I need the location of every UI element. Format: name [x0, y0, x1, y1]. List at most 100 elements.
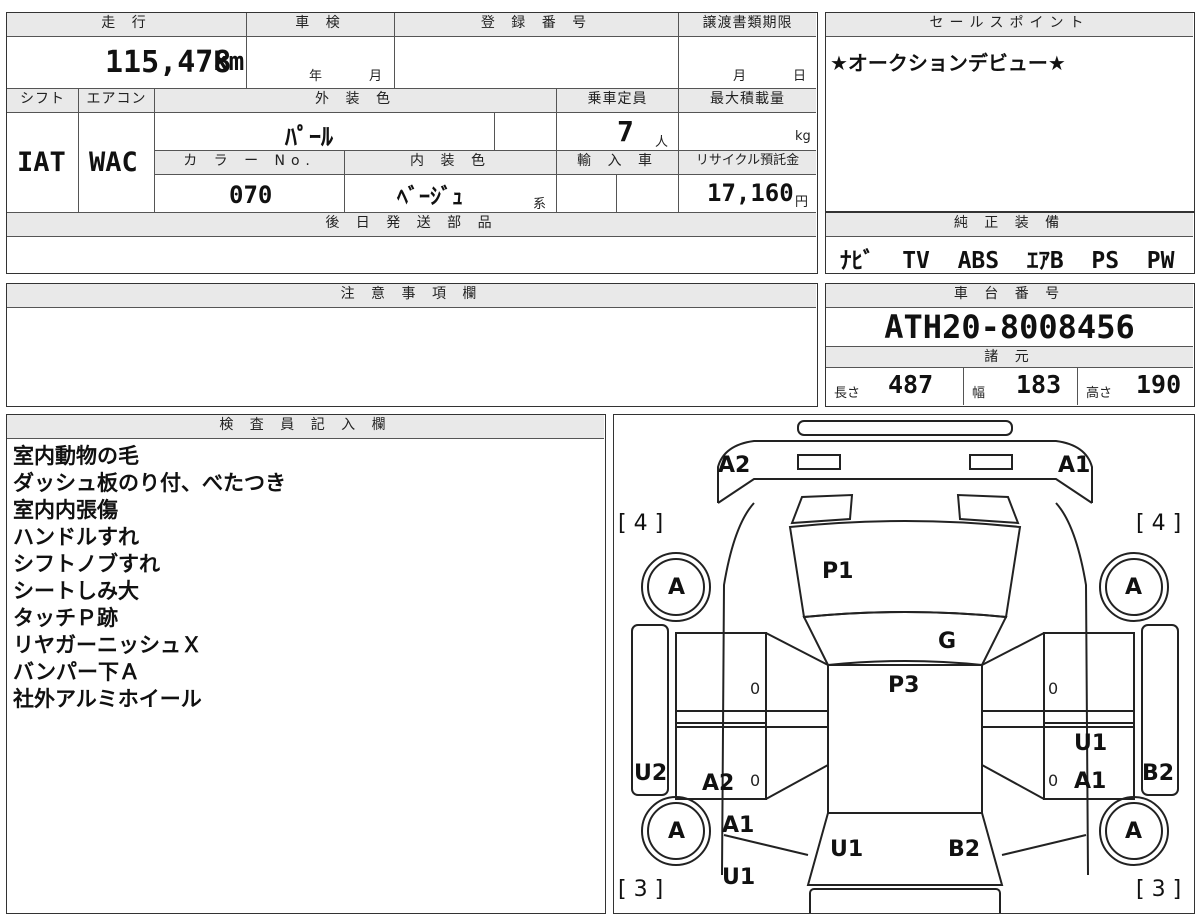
- wheel-front-left: A: [668, 575, 686, 600]
- deadline-day-unit: 日: [793, 69, 807, 84]
- remark-item: ハンドルすれ: [13, 525, 139, 549]
- spec-height-cell: 高さ 190: [1078, 368, 1193, 405]
- interior-color-cell: ﾍﾞｰｼﾞｭ 系: [345, 175, 557, 213]
- recycle-fee-value: 17,160: [707, 179, 794, 207]
- vehicle-info-form: 走 行 車 検 登 録 番 号 譲渡書類期限 115,478 km 年 月 月 …: [6, 12, 818, 274]
- max-load-cell: kg: [679, 113, 816, 151]
- exterior-color-extra-cell: [495, 113, 557, 151]
- max-load-header: 最大積載量: [679, 89, 816, 113]
- chassis-panel: 車 台 番 号 ATH20-8008456 諸 元 長さ 487 幅 183 高…: [825, 283, 1195, 407]
- zero-mark-right-upper: 0: [1048, 679, 1059, 698]
- chassis-header: 車 台 番 号: [826, 284, 1193, 308]
- inspector-remarks: 室内動物の毛 ダッシュ板のり付、べたつき 室内内張傷 ハンドルすれ シフトノブす…: [13, 443, 286, 713]
- inspection-cell: 年 月: [247, 37, 395, 89]
- left-rear-door-damage: A2: [702, 771, 735, 796]
- bracket-bottom-right: [ 3 ]: [1136, 877, 1182, 902]
- notes-panel: 注 意 事 項 欄: [6, 283, 818, 407]
- exterior-color-cell: ﾊﾟｰﾙ: [155, 113, 495, 151]
- aircon-value: WAC: [89, 147, 138, 178]
- max-load-unit: kg: [795, 129, 811, 144]
- capacity-cell: 7 人: [557, 113, 679, 151]
- registration-cell: [395, 37, 679, 89]
- spec-length-cell: 長さ 487: [826, 368, 964, 405]
- remark-item: シートしみ大: [13, 579, 139, 603]
- registration-header: 登 録 番 号: [395, 13, 679, 37]
- recycle-fee-cell: 17,160 円: [679, 175, 816, 213]
- remark-item: バンパー下Ａ: [13, 660, 141, 684]
- inspection-year-unit: 年: [309, 69, 323, 84]
- spec-width-cell: 幅 183: [964, 368, 1078, 405]
- inspector-header: 検 査 員 記 入 欄: [7, 415, 604, 439]
- mileage-header: 走 行: [7, 13, 247, 37]
- front-left-damage: A2: [718, 453, 751, 478]
- wheel-rear-right: A: [1125, 819, 1143, 844]
- mileage-unit: km: [213, 47, 245, 77]
- spec-height-label: 高さ: [1086, 386, 1113, 401]
- import-cell-b: [617, 175, 679, 213]
- transfer-deadline-header: 譲渡書類期限: [679, 13, 816, 37]
- remark-item: タッチＰ跡: [13, 606, 118, 630]
- remark-item: リヤガーニッシュＸ: [13, 633, 202, 657]
- left-rear-fender-damage: A1: [722, 813, 755, 838]
- spec-height-value: 190: [1136, 370, 1182, 399]
- interior-color-suffix: 系: [533, 197, 547, 212]
- color-no-header: カ ラ ー No.: [155, 151, 345, 175]
- color-no-cell: 070: [155, 175, 345, 213]
- capacity-unit: 人: [655, 135, 669, 150]
- exterior-color-value: ﾊﾟｰﾙ: [285, 123, 333, 151]
- wheel-front-right: A: [1125, 575, 1143, 600]
- inspection-month-unit: 月: [369, 69, 383, 84]
- interior-color-header: 内 装 色: [345, 151, 557, 175]
- front-right-damage: A1: [1058, 453, 1091, 478]
- chassis-number: ATH20-8008456: [884, 308, 1135, 346]
- aircon-header: エアコン: [79, 89, 155, 113]
- notes-header: 注 意 事 項 欄: [7, 284, 816, 308]
- interior-color-value: ﾍﾞｰｼﾞｭ: [397, 185, 464, 210]
- right-side-damage: B2: [1142, 761, 1175, 786]
- capacity-header: 乗車定員: [557, 89, 679, 113]
- shift-value: IAT: [17, 147, 66, 178]
- spec-width-value: 183: [1016, 370, 1062, 399]
- right-rear-fender-damage: A1: [1074, 769, 1107, 794]
- hood-damage: P1: [822, 559, 854, 584]
- zero-mark-right-lower: 0: [1048, 771, 1059, 790]
- mileage-cell: 115,478 km: [7, 37, 247, 89]
- recycle-fee-header: リサイクル預託金: [679, 151, 816, 175]
- shift-cell: IAT: [7, 113, 79, 213]
- sales-point-header: セールスポイント: [826, 13, 1193, 37]
- roof-damage: P3: [888, 673, 920, 698]
- exterior-color-header: 外 装 色: [155, 89, 557, 113]
- capacity-value: 7: [617, 115, 634, 148]
- inspection-header: 車 検: [247, 13, 395, 37]
- sales-point-text: ★オークションデビュー★: [830, 51, 1066, 75]
- shift-header: シフト: [7, 89, 79, 113]
- spec-width-label: 幅: [972, 386, 986, 401]
- genuine-equipment-panel: 純 正 装 備 ﾅﾋﾞ TV ABS ｴｱB PS PW: [825, 212, 1195, 274]
- rear-left-damage: U1: [830, 837, 864, 862]
- left-rear-bottom-damage: U1: [722, 865, 756, 890]
- deadline-month-unit: 月: [733, 69, 747, 84]
- zero-mark-left-upper: 0: [750, 679, 761, 698]
- wheel-rear-left: A: [668, 819, 686, 844]
- aircon-cell: WAC: [79, 113, 155, 213]
- remark-item: ダッシュ板のり付、べたつき: [13, 471, 286, 495]
- import-header: 輸 入 車: [557, 151, 679, 175]
- bracket-top-right: [ 4 ]: [1136, 511, 1182, 536]
- remark-item: 室内動物の毛: [13, 444, 139, 468]
- remark-item: 社外アルミホイール: [13, 687, 202, 711]
- rear-right-damage: B2: [948, 837, 981, 862]
- zero-mark-left-lower: 0: [750, 771, 761, 790]
- remark-item: 室内内張傷: [13, 498, 118, 522]
- recycle-fee-unit: 円: [795, 195, 809, 210]
- import-cell-a: [557, 175, 617, 213]
- transfer-deadline-cell: 月 日: [679, 37, 816, 89]
- sales-point-panel: セールスポイント ★オークションデビュー★: [825, 12, 1195, 212]
- spec-length-value: 487: [888, 370, 934, 399]
- left-side-damage: U2: [634, 761, 668, 786]
- bracket-top-left: [ 4 ]: [618, 511, 664, 536]
- bracket-bottom-left: [ 3 ]: [618, 877, 664, 902]
- inspector-panel: 検 査 員 記 入 欄 室内動物の毛 ダッシュ板のり付、べたつき 室内内張傷 ハ…: [6, 414, 606, 914]
- remark-item: シフトノブすれ: [13, 552, 160, 576]
- damage-diagram-panel: A2 A1 [ 4 ] [ 4 ] [ 3 ] [ 3 ] A A A A P1…: [613, 414, 1195, 914]
- color-no-value: 070: [229, 181, 273, 209]
